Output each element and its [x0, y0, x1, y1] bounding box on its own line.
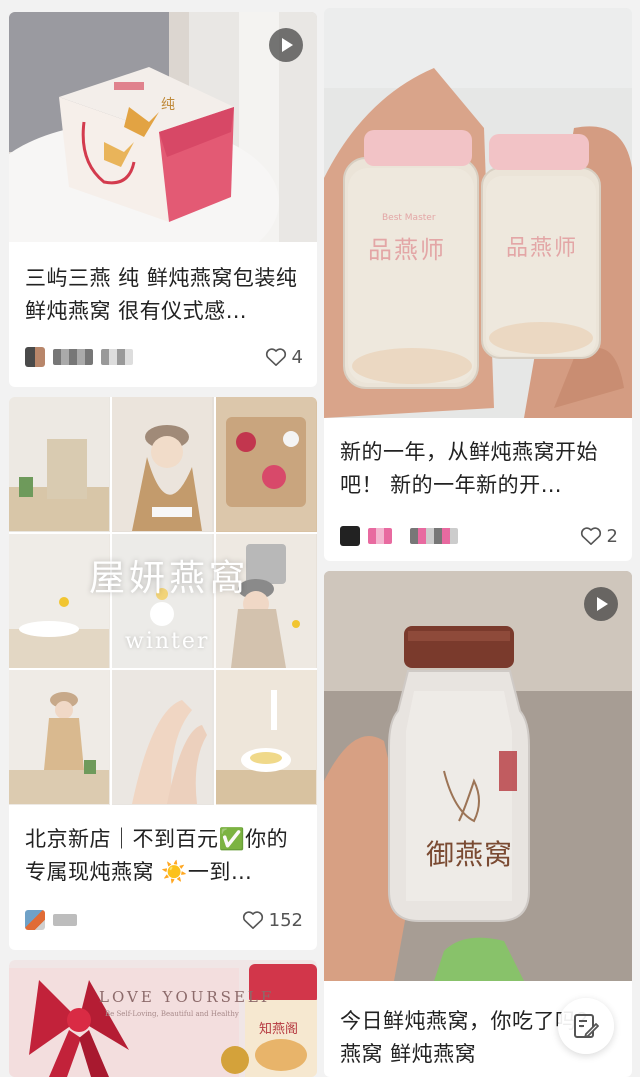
card-meta: 152	[25, 907, 303, 933]
like-button[interactable]: 152	[242, 910, 303, 931]
jar-brand-label-en: Best Master	[382, 213, 436, 223]
feed-card[interactable]: LOVE YOURSELF Be Self-Loving, Beautiful …	[9, 960, 317, 1077]
box-subtext: Be Self-Loving, Beautiful and Healthy	[105, 1010, 239, 1018]
card-image[interactable]: 品燕师 Best Master 品燕师	[324, 8, 632, 418]
collage-tile	[9, 670, 111, 805]
avatar[interactable]	[340, 526, 360, 546]
author-name[interactable]	[53, 914, 77, 926]
feed-card[interactable]: 纯 三屿三燕 纯 鲜炖燕窝包装纯 鲜炖燕窝 很有仪式感… 4	[9, 12, 317, 387]
edit-note-icon	[574, 1014, 599, 1038]
author-name[interactable]	[53, 349, 93, 365]
card-image[interactable]: LOVE YOURSELF Be Self-Loving, Beautiful …	[9, 960, 317, 1077]
author[interactable]	[340, 526, 458, 546]
like-button[interactable]: 4	[265, 347, 303, 368]
feed: 纯 三屿三燕 纯 鲜炖燕窝包装纯 鲜炖燕窝 很有仪式感… 4 屋妍燕窩 wint…	[0, 0, 640, 1077]
jar-brand-label-2: 品燕师	[506, 236, 579, 261]
overlay-title: 屋妍燕窩	[89, 558, 250, 599]
author[interactable]	[25, 910, 77, 930]
heart-outline-icon	[580, 527, 601, 545]
like-count: 4	[291, 346, 303, 368]
jar-bottle-image	[324, 571, 632, 981]
heart-outline-icon	[242, 911, 263, 929]
card-image[interactable]: 纯	[9, 12, 317, 242]
card-meta: 2	[340, 523, 618, 549]
card-meta: 4	[25, 344, 303, 370]
card-title[interactable]: 三屿三燕 纯 鲜炖燕窝包装纯 鲜炖燕窝 很有仪式感…	[9, 262, 317, 328]
jar-brand-label: 御燕窝	[426, 838, 514, 871]
heart-outline-icon	[265, 348, 286, 366]
author[interactable]	[25, 347, 133, 367]
jar-brand-label: 品燕师	[368, 236, 446, 264]
like-count: 2	[606, 525, 618, 547]
jar-label: 知燕阁	[259, 1022, 299, 1037]
bag-label: 纯	[161, 97, 175, 113]
like-count: 152	[268, 909, 303, 931]
play-icon[interactable]	[584, 587, 618, 621]
avatar[interactable]	[25, 347, 45, 367]
like-button[interactable]: 2	[580, 526, 618, 547]
author-name[interactable]	[368, 528, 392, 544]
overlay-subtitle: winter	[125, 629, 210, 654]
box-text: LOVE YOURSELF	[99, 988, 275, 1006]
card-image[interactable]: 御燕窝	[324, 571, 632, 981]
feed-card[interactable]: 屋妍燕窩 winter 北京新店｜不到百元✅你的专属现炖燕窝 ☀️一到… 152	[9, 397, 317, 950]
collage-tile	[215, 397, 317, 532]
play-icon[interactable]	[269, 28, 303, 62]
collage-tile	[215, 670, 317, 805]
collage-tile	[112, 397, 214, 532]
author-name-extra	[410, 528, 458, 544]
collage-tile	[9, 397, 111, 532]
author-name-extra	[101, 349, 133, 365]
edit-note-button[interactable]	[558, 998, 614, 1054]
card-title[interactable]: 北京新店｜不到百元✅你的专属现炖燕窝 ☀️一到…	[9, 823, 317, 889]
card-title[interactable]: 新的一年，从鲜炖燕窝开始吧！ 新的一年新的开…	[324, 436, 632, 502]
photo-collage	[9, 397, 317, 805]
feed-card[interactable]: 品燕师 Best Master 品燕师 新的一年，从鲜炖燕窝开始吧！ 新的一年新…	[324, 8, 632, 561]
jars-in-hand-image	[324, 8, 632, 418]
avatar[interactable]	[25, 910, 45, 930]
card-image[interactable]: 屋妍燕窩 winter	[9, 397, 317, 805]
collage-tile	[112, 670, 214, 805]
